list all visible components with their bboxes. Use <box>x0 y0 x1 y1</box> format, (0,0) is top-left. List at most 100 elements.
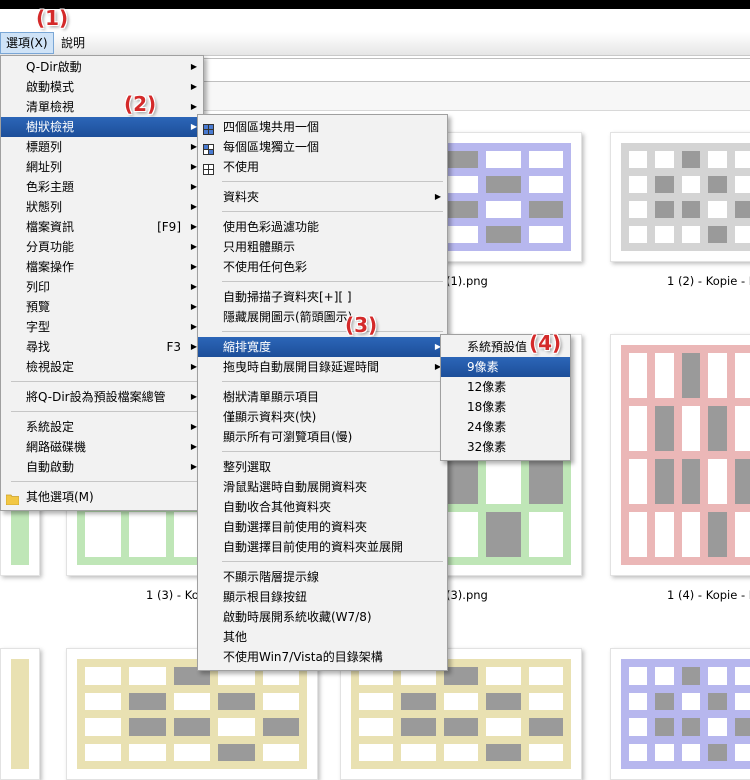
pattern-cell <box>734 667 750 685</box>
menu-item[interactable]: 樹狀清單顯示項目 <box>198 387 447 407</box>
pattern-cell <box>655 226 674 243</box>
pattern-cell <box>734 226 750 243</box>
menu-item[interactable]: 使用色彩過濾功能 <box>198 217 447 237</box>
menu-item-label: 拖曳時自動展開目錄延遲時間 <box>223 360 380 374</box>
menu-item[interactable]: 拖曳時自動展開目錄延遲時間 ▶ <box>198 357 447 377</box>
thumbnail-caption[interactable]: 1 (2) - Kopie - K <box>667 274 750 288</box>
menu-item-label: 自動啟動 <box>26 460 75 474</box>
menu-item[interactable]: 自動選擇目前使用的資料夾 <box>198 517 447 537</box>
menu-item-tree-view[interactable]: 樹狀檢視 ▶ <box>1 117 203 137</box>
menu-item[interactable]: 字型 ▶ <box>1 317 203 337</box>
menu-item-label: 24像素 <box>467 420 507 434</box>
menu-item[interactable]: 尋找 F3 ▶ <box>1 337 203 357</box>
menu-help[interactable]: 說明 <box>56 32 90 54</box>
folder-icon <box>5 491 20 506</box>
menu-item[interactable]: 色彩主題 ▶ <box>1 177 203 197</box>
menu-item[interactable]: 18像素 <box>441 397 570 417</box>
menu-item[interactable]: 隱藏展開圖示(箭頭圖示) <box>198 307 447 327</box>
menu-item[interactable]: 不使用 <box>198 157 447 177</box>
menu-item[interactable]: 自動選擇目前使用的資料夾並展開 <box>198 537 447 557</box>
menu-item[interactable]: 滑鼠點選時自動展開資料夾 <box>198 477 447 497</box>
menu-item[interactable]: 檢視設定 ▶ <box>1 357 203 377</box>
menu-item[interactable]: 網址列 ▶ <box>1 157 203 177</box>
menu-options[interactable]: 選項(X) <box>0 32 54 54</box>
thumbnail-caption[interactable]: (3).png <box>446 588 488 602</box>
menu-item[interactable]: 整列選取 <box>198 457 447 477</box>
submenu-arrow-icon: ▶ <box>434 192 441 201</box>
pattern-cell <box>681 459 701 504</box>
thumbnail-pattern <box>621 345 750 565</box>
menu-item[interactable]: 系統設定 ▶ <box>1 417 203 437</box>
menu-item[interactable]: 不顯示階層提示線 <box>198 567 447 587</box>
menu-item[interactable]: 列印 ▶ <box>1 277 203 297</box>
image-thumbnail[interactable] <box>0 648 40 780</box>
pattern-cell <box>443 512 479 557</box>
menu-item[interactable]: 其他選項(M) <box>1 487 203 507</box>
menu-item-label: 其他選項(M) <box>26 490 94 504</box>
menu-item[interactable]: 檔案資訊 [F9] ▶ <box>1 217 203 237</box>
pattern-cell <box>655 459 674 504</box>
pattern-cell <box>528 743 563 761</box>
menu-item[interactable]: 四個區塊共用一個 <box>198 117 447 137</box>
menu-item-9px[interactable]: 9像素 <box>441 357 570 377</box>
menu-item[interactable]: 只用粗體顯示 <box>198 237 447 257</box>
menu-item[interactable]: 24像素 <box>441 417 570 437</box>
pattern-cell <box>681 667 701 685</box>
menu-item-label: 自動選擇目前使用的資料夾並展開 <box>223 540 404 554</box>
menu-item[interactable]: 狀態列 ▶ <box>1 197 203 217</box>
image-thumbnail[interactable] <box>610 132 750 262</box>
menu-item-shortcut: F3 <box>166 340 181 354</box>
pattern-cell <box>486 743 521 761</box>
menu-item-label: 自動收合其他資料夾 <box>223 500 332 514</box>
menu-item[interactable]: 僅顯示資料夾(快) <box>198 407 447 427</box>
menu-item[interactable]: 不使用任何色彩 <box>198 257 447 277</box>
menu-item-indent-width[interactable]: 縮排寬度 ▶ <box>198 337 447 357</box>
pattern-cell <box>262 692 299 710</box>
image-thumbnail[interactable] <box>610 334 750 576</box>
menu-item[interactable]: 啟動時展開系統收藏(W7/8) <box>198 607 447 627</box>
thumbnail-caption[interactable]: (1).png <box>446 274 488 288</box>
pattern-cell <box>655 512 674 557</box>
menu-item[interactable]: Q-Dir啟動 ▶ <box>1 57 203 77</box>
pattern-cell <box>629 667 648 685</box>
pattern-cell <box>486 718 521 736</box>
menu-item[interactable]: 將Q-Dir設為預設檔案總管 ▶ <box>1 387 203 407</box>
pattern-cell <box>486 667 521 685</box>
pattern-cell <box>681 743 701 761</box>
pattern-cell <box>708 176 727 193</box>
image-thumbnail[interactable] <box>610 648 750 780</box>
pattern-cell <box>708 406 727 451</box>
menu-item-label: 標題列 <box>26 140 63 154</box>
address-bar[interactable] <box>200 58 750 82</box>
thumbnail-caption[interactable]: 1 (4) - Kopie - K <box>667 588 750 602</box>
pattern-cell <box>708 353 727 398</box>
pattern-cell <box>401 718 436 736</box>
menu-item-label: 尋找 <box>26 340 51 354</box>
menu-item-label: 啟動時展開系統收藏(W7/8) <box>223 610 372 624</box>
pattern-cell <box>528 459 563 504</box>
menu-item[interactable]: 檔案操作 ▶ <box>1 257 203 277</box>
menu-item[interactable]: 32像素 <box>441 437 570 457</box>
pattern-cell <box>528 226 563 243</box>
menu-item[interactable]: 標題列 ▶ <box>1 137 203 157</box>
menu-item[interactable]: 自動掃描子資料夾[+][ ] <box>198 287 447 307</box>
pattern-cell <box>528 512 563 557</box>
thumbnail-pattern <box>77 659 307 769</box>
menu-item[interactable]: 分頁功能 ▶ <box>1 237 203 257</box>
menu-item[interactable]: 自動啟動 ▶ <box>1 457 203 477</box>
pattern-cell <box>681 201 701 218</box>
menu-item[interactable]: 自動收合其他資料夾 <box>198 497 447 517</box>
menu-item[interactable]: 資料夾 ▶ <box>198 187 447 207</box>
menu-item[interactable]: 12像素 <box>441 377 570 397</box>
menu-item[interactable]: 顯示所有可瀏覽項目(慢) <box>198 427 447 447</box>
menu-item[interactable]: 預覽 ▶ <box>1 297 203 317</box>
menu-item[interactable]: 清單檢視 ▶ <box>1 97 203 117</box>
menu-item[interactable]: 不使用Win7/Vista的目錄架構 <box>198 647 447 667</box>
menu-item[interactable]: 啟動模式 ▶ <box>1 77 203 97</box>
per-pane-icon <box>203 141 214 155</box>
menu-item[interactable]: 顯示根目錄按鈕 <box>198 587 447 607</box>
tree-view-submenu: 四個區塊共用一個 每個區塊獨立一個 不使用資料夾 ▶ 使用色彩過濾功能 只用粗體顯示 不使用… <box>197 114 448 671</box>
menu-item[interactable]: 網路磁碟機 ▶ <box>1 437 203 457</box>
menu-item[interactable]: 每個區塊獨立一個 <box>198 137 447 157</box>
menu-item[interactable]: 其他 <box>198 627 447 647</box>
